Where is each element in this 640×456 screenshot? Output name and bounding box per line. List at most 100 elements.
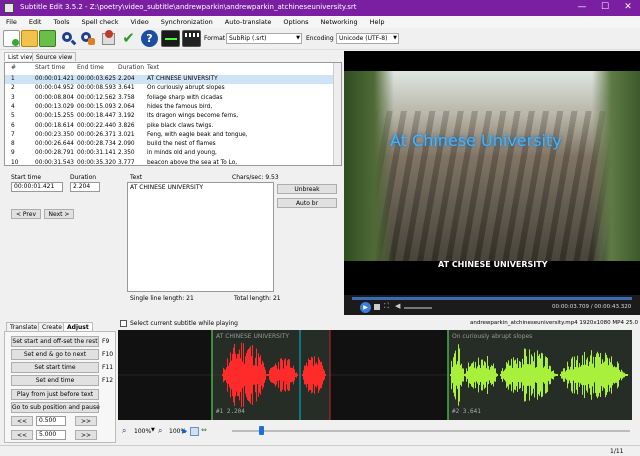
waveform-sample — [234, 343, 235, 407]
volume-icon[interactable]: ◀ — [395, 302, 400, 310]
zoom-icon[interactable]: ⌕ — [122, 426, 126, 436]
table-row[interactable]: 7 00:00:23.350 00:00:26.371 3.021 Feng, with… — [5, 131, 335, 140]
table-row[interactable]: 3 00:00:08.804 00:00:12.562 3.758 foliage sh… — [5, 94, 335, 103]
table-row[interactable]: 2 00:00:04.952 00:00:08.593 3.641 On curious… — [5, 84, 335, 93]
menu-networking[interactable]: Networking — [314, 16, 363, 28]
menu-synchronization[interactable]: Synchronization — [155, 16, 219, 28]
rewind-small-button[interactable]: << — [11, 416, 33, 426]
close-button[interactable]: ✕ — [617, 0, 639, 16]
new-file-icon[interactable] — [3, 30, 20, 47]
table-cell: On curiously abrupt slopes — [147, 85, 225, 92]
zoom-select[interactable]: 100% — [134, 428, 151, 435]
go-to-sub-button[interactable]: Go to sub position and pause — [11, 402, 100, 413]
col-header-duration[interactable]: Duration — [118, 63, 144, 73]
col-header-start[interactable]: Start time — [35, 63, 65, 73]
forward-small-button[interactable]: >> — [75, 416, 97, 426]
table-cell: 2.090 — [118, 141, 135, 148]
format-select[interactable]: SubRip (.srt) ▼ — [226, 33, 302, 44]
set-start-time-button[interactable]: Set start time — [11, 362, 99, 373]
save-icon[interactable] — [39, 30, 56, 47]
tab-source-view[interactable]: Source view — [32, 52, 77, 61]
find-icon[interactable] — [60, 30, 77, 47]
replace-icon[interactable] — [79, 30, 96, 47]
waveform-sample — [231, 360, 232, 390]
col-header-end[interactable]: End time — [77, 63, 104, 73]
table-row[interactable]: 9 00:00:28.791 00:00:31.141 2.350 in minds o… — [5, 149, 335, 158]
table-row[interactable]: 5 00:00:15.255 00:00:18.447 3.192 its dragon… — [5, 112, 335, 121]
help-icon[interactable]: ? — [141, 30, 158, 47]
waveform-sample — [616, 367, 617, 383]
encoding-select[interactable]: Unicode (UTF-8) ▼ — [336, 33, 399, 44]
waveform-toggle-icon[interactable] — [161, 30, 180, 47]
stop-icon[interactable] — [374, 304, 380, 310]
prev-button[interactable]: < Prev — [11, 209, 41, 219]
menu-help[interactable]: Help — [364, 16, 391, 28]
menu-tools[interactable]: Tools — [47, 16, 75, 28]
table-row[interactable]: 6 00:00:18.614 00:00:22.440 3.826 pike black… — [5, 122, 335, 131]
menu-edit[interactable]: Edit — [23, 16, 48, 28]
col-header-text[interactable]: Text — [147, 63, 159, 73]
next-button[interactable]: Next > — [44, 209, 74, 219]
waveform-sample — [320, 361, 321, 389]
table-cell: 00:00:08.593 — [77, 85, 116, 92]
table-row[interactable]: 4 00:00:13.029 00:00:15.093 2.064 hides the … — [5, 103, 335, 112]
waveform-sample — [260, 355, 261, 395]
volume-slider[interactable] — [404, 307, 432, 309]
table-row[interactable]: 10 00:00:31.543 00:00:35.320 3.777 beacon ab… — [5, 159, 335, 165]
menu-options[interactable]: Options — [277, 16, 314, 28]
play-before-text-button[interactable]: Play from just before text — [11, 389, 99, 400]
unbreak-button[interactable]: Unbreak — [277, 184, 337, 194]
waveform-sample — [623, 372, 624, 378]
video-seek-bar[interactable] — [352, 297, 632, 300]
subtitle-grid[interactable]: # Start time End time Duration Text 1 00:… — [4, 62, 342, 166]
spell-check-icon[interactable]: ✔ — [120, 30, 137, 47]
tab-adjust[interactable]: Adjust — [63, 322, 93, 331]
toggle-icon[interactable] — [190, 427, 199, 436]
subtitle-position: 1/11 — [610, 448, 624, 455]
play-pause-icon[interactable]: ▶ — [182, 427, 187, 435]
subtitle-text-area[interactable]: AT CHINESE UNIVERSITY — [127, 182, 274, 292]
waveform-sample — [452, 366, 453, 384]
table-row[interactable]: 1 00:00:01.421 00:00:03.625 2.204 AT CHINESE… — [5, 75, 335, 85]
menu-video[interactable]: Video — [124, 16, 154, 28]
maximize-button[interactable]: ☐ — [594, 0, 616, 16]
col-header-number[interactable]: # — [11, 63, 16, 73]
waveform-position-slider[interactable] — [232, 430, 630, 432]
video-player[interactable]: At Chinese University AT CHINESE UNIVERS… — [344, 51, 640, 315]
waveform-sample — [479, 364, 480, 386]
waveform-sample — [459, 348, 460, 402]
select-current-checkbox[interactable] — [120, 320, 127, 327]
waveform-sample — [323, 369, 324, 381]
table-row[interactable]: 8 00:00:26.644 00:00:28.734 2.090 build the … — [5, 140, 335, 149]
forward-large-button[interactable]: >> — [75, 430, 97, 440]
open-folder-icon[interactable] — [21, 30, 38, 47]
video-toggle-icon[interactable] — [182, 30, 201, 47]
fullscreen-icon[interactable]: ⛶ — [384, 302, 389, 311]
grid-scrollbar[interactable] — [333, 63, 341, 165]
large-step-input[interactable]: 5.000 — [36, 430, 66, 440]
menu-auto-translate[interactable]: Auto-translate — [219, 16, 278, 28]
small-step-input[interactable]: 0.500 — [36, 416, 66, 426]
menu-file[interactable]: File — [0, 16, 23, 28]
set-start-offset-button[interactable]: Set start and off-set the rest — [11, 336, 99, 347]
duration-input[interactable]: 2.204 — [70, 182, 100, 192]
waveform-sample — [609, 358, 610, 392]
waveform-sample — [276, 365, 277, 385]
rewind-large-button[interactable]: << — [11, 430, 33, 440]
menu-spell-check[interactable]: Spell check — [76, 16, 125, 28]
audio-waveform[interactable]: AT CHINESE UNIVERSITY On curiously abrup… — [118, 330, 632, 420]
minimize-button[interactable]: — — [571, 0, 593, 16]
visual-sync-icon[interactable] — [100, 30, 117, 47]
set-end-next-button[interactable]: Set end & go to next — [11, 349, 99, 360]
waveform-sample — [262, 360, 263, 390]
waveform-sample — [568, 366, 569, 384]
start-time-input[interactable]: 00:00:01.421 — [11, 182, 63, 192]
sync-icon[interactable]: ⇔ — [201, 426, 207, 434]
set-end-time-button[interactable]: Set end time — [11, 375, 99, 386]
zoom-in-icon[interactable]: ⌕ — [158, 426, 162, 436]
play-icon[interactable]: ▶ — [360, 302, 371, 313]
slider-thumb[interactable] — [259, 426, 264, 435]
tab-translate[interactable]: Translate — [6, 322, 42, 331]
auto-br-button[interactable]: Auto br — [277, 198, 337, 208]
tab-create[interactable]: Create — [38, 322, 66, 331]
